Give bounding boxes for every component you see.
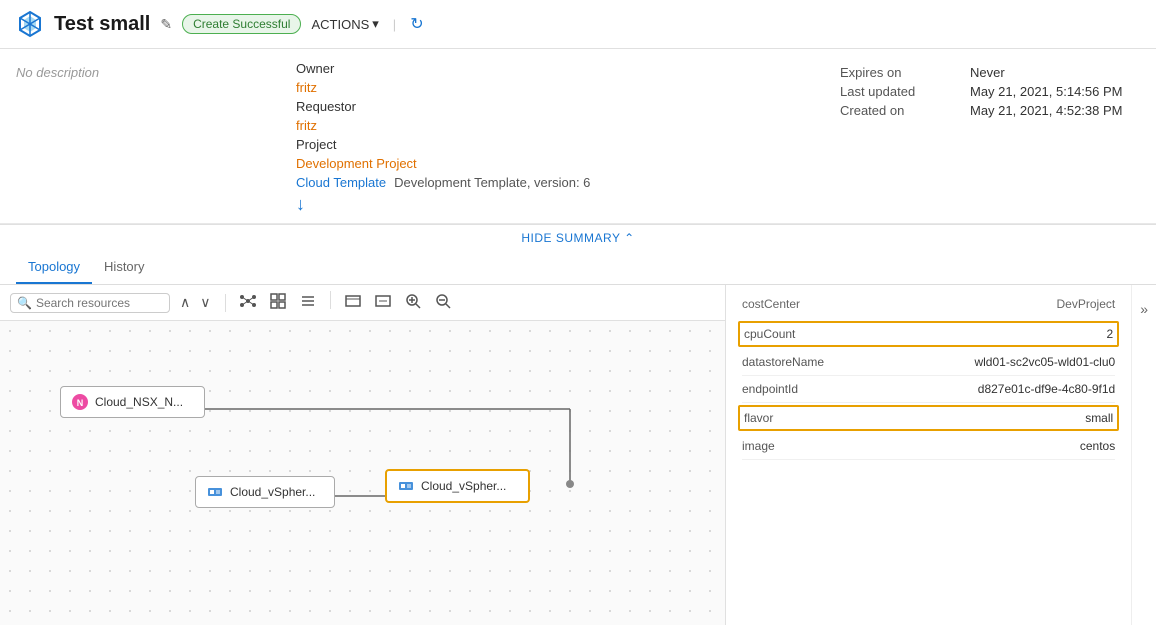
description: No description [16,61,296,223]
property-key: cpuCount [744,327,795,341]
search-input[interactable] [36,296,156,310]
list-view-icon[interactable] [296,291,320,314]
expires-row: Expires on Never [840,65,1140,80]
property-value: wld01-sc2vc05-wld01-clu0 [974,355,1115,369]
chevron-down-icon: ▾ [372,16,379,32]
collapse-icon[interactable] [371,291,395,314]
owner-value-row: fritz [296,80,840,95]
properties-list: cpuCount 2 datastoreName wld01-sc2vc05-wld0… [742,321,1115,460]
last-updated-row: Last updated May 21, 2021, 5:14:56 PM [840,84,1140,99]
property-value: centos [1080,439,1115,453]
toolbar-separator2 [330,291,331,309]
right-panel: costCenter DevProject cpuCount 2 datastore… [726,285,1156,625]
tab-topology[interactable]: Topology [16,251,92,284]
summary-section: No description Owner fritz Requestor fri… [0,49,1156,224]
vsphere2-node-label: Cloud_vSpher... [421,479,506,493]
search-box[interactable]: 🔍 [10,293,170,313]
zoom-in-icon[interactable] [401,291,425,314]
zoom-out-icon[interactable] [431,291,455,314]
hide-summary-bar: HIDE SUMMARY ⌃ [0,224,1156,251]
refresh-icon[interactable]: ↻ [410,14,423,34]
summary-right: Expires on Never Last updated May 21, 20… [840,61,1140,223]
grid-view-icon[interactable] [266,291,290,314]
property-row: flavor small [738,405,1119,431]
project-value-row: Development Project [296,156,840,171]
property-row: datastoreName wld01-sc2vc05-wld01-clu0 [742,349,1115,376]
panel-collapse-button[interactable]: » [1136,293,1152,325]
connection-lines [0,321,725,621]
property-row: image centos [742,433,1115,460]
vsphere1-node-label: Cloud_vSpher... [230,485,315,499]
hide-summary-button[interactable]: HIDE SUMMARY ⌃ [0,225,1156,251]
toolbar-separator [225,294,226,312]
search-icon: 🔍 [17,296,32,310]
properties-header: costCenter DevProject [742,297,1115,311]
summary-center: Owner fritz Requestor fritz Project Deve… [296,61,840,223]
property-key: datastoreName [742,355,824,369]
nsx-icon: N [71,393,89,411]
property-value: small [1085,411,1113,425]
network-view-icon[interactable] [236,291,260,314]
app-header: Test small ✎ Create Successful ACTIONS ▾… [0,0,1156,49]
node-nsx[interactable]: N Cloud_NSX_N... [60,386,205,418]
topology-canvas[interactable]: N Cloud_NSX_N... Cloud_vSpher... [0,321,725,621]
property-key: image [742,439,775,453]
created-on-row: Created on May 21, 2021, 4:52:38 PM [840,103,1140,118]
svg-text:N: N [77,398,84,408]
topology-toolbar: 🔍 ∧ ∨ [0,285,725,321]
main-content: 🔍 ∧ ∨ [0,285,1156,625]
nav-arrows: ∧ ∨ [176,292,215,313]
property-row: cpuCount 2 [738,321,1119,347]
node-vsphere2[interactable]: Cloud_vSpher... [385,469,530,503]
requestor-value-row: fritz [296,118,840,133]
view-controls [236,291,455,314]
actions-button[interactable]: ACTIONS ▾ [311,16,378,32]
property-value: d827e01c-df9e-4c80-9f1d [978,382,1115,396]
requestor-row: Requestor [296,99,840,114]
topology-panel: 🔍 ∧ ∨ [0,285,726,625]
property-key: endpointId [742,382,798,396]
vsphere2-icon [397,477,415,495]
property-row: endpointId d827e01c-df9e-4c80-9f1d [742,376,1115,403]
node-vsphere1[interactable]: Cloud_vSpher... [195,476,335,508]
app-logo [16,10,44,38]
nsx-node-label: Cloud_NSX_N... [95,395,183,409]
tab-history[interactable]: History [92,251,156,284]
property-value: 2 [1107,327,1114,341]
create-status-badge: Create Successful [182,14,301,34]
page-title: Test small [54,13,150,36]
tab-bar: Topology History [0,251,1156,285]
download-icon[interactable]: ↓ [296,194,840,215]
owner-row: Owner [296,61,840,76]
down-arrow-button[interactable]: ∨ [196,292,214,313]
edit-icon[interactable]: ✎ [160,16,172,33]
expand-icon[interactable] [341,291,365,314]
up-arrow-button[interactable]: ∧ [176,292,194,313]
cloud-template-row: Cloud Template Development Template, ver… [296,175,840,190]
separator: | [393,17,396,32]
property-key: flavor [744,411,773,425]
project-row: Project [296,137,840,152]
vsphere-icon [206,483,224,501]
